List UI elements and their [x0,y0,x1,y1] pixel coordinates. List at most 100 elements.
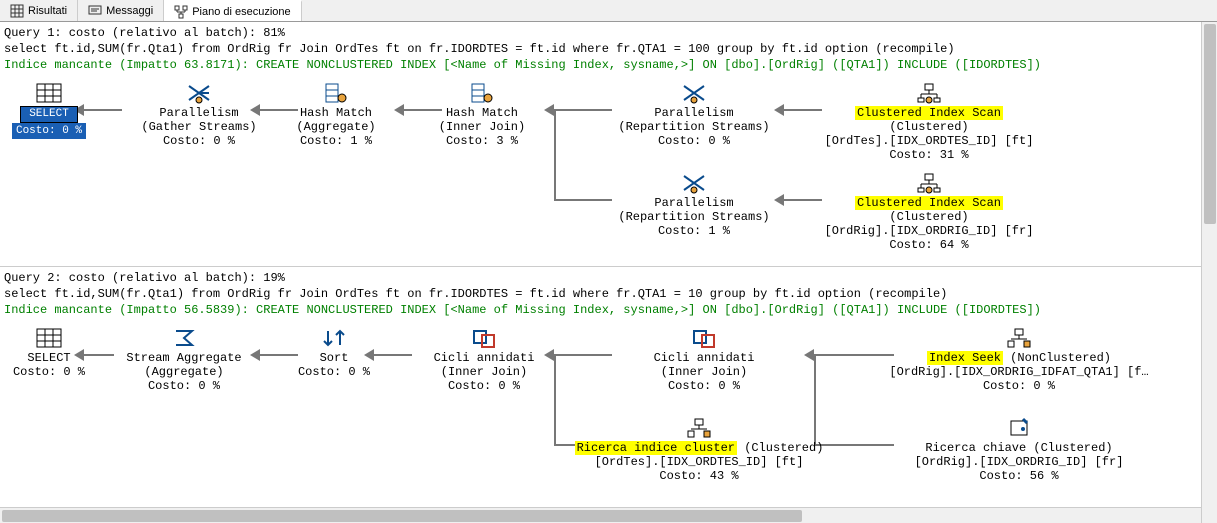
op-cost: Costo: 0 % [614,379,794,393]
select-icon [35,82,63,104]
op-sub: (Aggregate) [104,365,264,379]
op-label: Stream Aggregate [104,351,264,365]
op-cost: Costo: 1 % [604,224,784,238]
parallelism-icon [680,172,708,194]
op-sub: [OrdTes].[IDX_ORDTES_ID] [ft] [814,134,1044,148]
parallelism-icon [680,82,708,104]
tab-label: Piano di esecuzione [192,6,290,18]
op-sub: [OrdRig].[IDX_ORDRIG_IDFAT_QTA1] [f… [884,365,1154,379]
grid-icon [10,4,24,18]
missing-index-hint[interactable]: Indice mancante (Impatto 56.5839): CREAT… [4,303,1213,317]
nested-loops-icon [690,327,718,349]
hash-match-icon [468,82,496,104]
op-cost: Costo: 3 % [412,134,552,148]
op-label: Hash Match [412,106,552,120]
op-sub: (Aggregate) [266,120,406,134]
query-sql: select ft.id,SUM(fr.Qta1) from OrdRig fr… [4,287,1213,301]
scrollbar-thumb[interactable] [2,510,802,522]
tab-label: Risultati [28,5,67,17]
op-hash-join[interactable]: Hash Match (Inner Join) Costo: 3 % [412,82,552,148]
op-cost: Costo: 0 % [4,365,94,379]
op-cost: Costo: 0 % [394,379,574,393]
tab-label: Messaggi [106,5,153,17]
select-icon [35,327,63,349]
horizontal-scrollbar[interactable] [0,507,1201,523]
vertical-scrollbar[interactable] [1201,22,1217,523]
op-sub: (Inner Join) [412,120,552,134]
op-label: Ricerca chiave (Clustered) [884,441,1154,455]
op-index-seek[interactable]: Index Seek (NonClustered) [OrdRig].[IDX_… [884,327,1154,393]
op-cost: Costo: 43 % [574,469,824,483]
query-sql: select ft.id,SUM(fr.Qta1) from OrdRig fr… [4,42,1213,56]
op-label: Parallelism [109,106,289,120]
missing-index-hint[interactable]: Indice mancante (Impatto 63.8171): CREAT… [4,58,1213,72]
op-select[interactable]: SELECT Costo: 0 % [4,82,94,139]
index-seek-icon [1005,327,1033,349]
op-cost: Costo: 1 % [266,134,406,148]
op-sub: (Gather Streams) [109,120,289,134]
messages-icon [88,4,102,18]
op-label: Clustered Index Scan (Clustered) [814,196,1044,224]
query-title: Query 1: costo (relativo al batch): 81% [4,26,1213,40]
op-parallelism-repartition-1[interactable]: Parallelism (Repartition Streams) Costo:… [604,82,784,148]
op-stream-aggregate[interactable]: Stream Aggregate (Aggregate) Costo: 0 % [104,327,264,393]
plan-icon [174,5,188,19]
op-label: Sort [284,351,384,365]
scrollbar-thumb[interactable] [1204,24,1216,224]
tab-plan[interactable]: Piano di esecuzione [164,0,301,21]
op-clustered-index-scan-ft[interactable]: Clustered Index Scan (Clustered) [OrdTes… [814,82,1044,162]
index-seek-icon [685,417,713,439]
op-label: Parallelism [604,106,784,120]
arrow [554,109,556,199]
op-select[interactable]: SELECT Costo: 0 % [4,327,94,379]
op-key-lookup[interactable]: Ricerca chiave (Clustered) [OrdRig].[IDX… [884,417,1154,483]
query-plan-1: Query 1: costo (relativo al batch): 81% … [0,22,1217,267]
op-cost: Costo: 0 % [12,123,86,139]
query-plan-2: Query 2: costo (relativo al batch): 19% … [0,267,1217,511]
op-sort[interactable]: Sort Costo: 0 % [284,327,384,379]
op-cost: Costo: 0 % [604,134,784,148]
op-label: SELECT [20,106,78,123]
op-parallelism-gather[interactable]: Parallelism (Gather Streams) Costo: 0 % [109,82,289,148]
op-hash-aggregate[interactable]: Hash Match (Aggregate) Costo: 1 % [266,82,406,148]
op-cost: Costo: 56 % [884,469,1154,483]
op-sub: [OrdRig].[IDX_ORDRIG_ID] [fr] [814,224,1044,238]
op-label: Hash Match [266,106,406,120]
nested-loops-icon [470,327,498,349]
op-nested-loops-2[interactable]: Cicli annidati (Inner Join) Costo: 0 % [614,327,794,393]
arrow [814,444,894,446]
op-clustered-index-scan-fr[interactable]: Clustered Index Scan (Clustered) [OrdRig… [814,172,1044,252]
op-clustered-index-seek-ft[interactable]: Ricerca indice cluster (Clustered) [OrdT… [574,417,824,483]
op-label: SELECT [4,351,94,365]
arrow-icon [804,349,814,361]
op-label: Index Seek (NonClustered) [884,351,1154,365]
op-sub: (Repartition Streams) [604,210,784,224]
op-sub: (Inner Join) [614,365,794,379]
hash-match-icon [322,82,350,104]
query-title: Query 2: costo (relativo al batch): 19% [4,271,1213,285]
index-scan-icon [915,172,943,194]
op-label: Cicli annidati [394,351,574,365]
op-cost: Costo: 31 % [814,148,1044,162]
op-nested-loops-1[interactable]: Cicli annidati (Inner Join) Costo: 0 % [394,327,574,393]
op-label: Parallelism [604,196,784,210]
op-label: Cicli annidati [614,351,794,365]
op-sub: [OrdRig].[IDX_ORDRIG_ID] [fr] [884,455,1154,469]
op-sub: (Repartition Streams) [604,120,784,134]
parallelism-icon [185,82,213,104]
op-cost: Costo: 0 % [104,379,264,393]
aggregate-icon [170,327,198,349]
sort-icon [320,327,348,349]
op-cost: Costo: 64 % [814,238,1044,252]
op-parallelism-repartition-2[interactable]: Parallelism (Repartition Streams) Costo:… [604,172,784,238]
key-lookup-icon [1005,417,1033,439]
op-cost: Costo: 0 % [284,365,384,379]
op-sub: [OrdTes].[IDX_ORDTES_ID] [ft] [574,455,824,469]
op-cost: Costo: 0 % [109,134,289,148]
op-cost: Costo: 0 % [884,379,1154,393]
result-tabs: Risultati Messaggi Piano di esecuzione [0,0,1217,22]
index-scan-icon [915,82,943,104]
tab-results[interactable]: Risultati [0,0,78,21]
tab-messages[interactable]: Messaggi [78,0,164,21]
arrow [814,354,894,356]
